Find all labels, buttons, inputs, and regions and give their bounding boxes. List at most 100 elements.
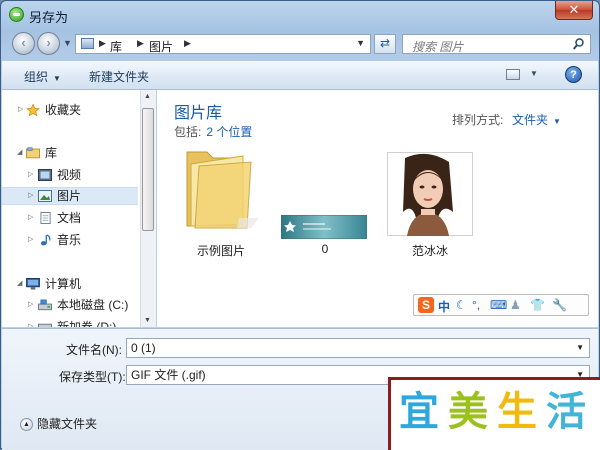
sidebar-item-documents[interactable]: ▷ 文档 [2, 209, 138, 227]
expand-arrow-icon[interactable]: ▷ [28, 231, 33, 249]
library-folder-icon [81, 38, 94, 49]
sidebar-item-music[interactable]: ▷ 音乐 [2, 231, 138, 249]
navigation-bar: ‹ › ▼ ▶ 库 ▶ 图片 ▶ ▼ ⇄ 搜索 图片 [1, 29, 599, 59]
filename-label: 文件名(N): [66, 343, 122, 357]
sidebar-item-computer[interactable]: ◢ 计算机 [2, 275, 138, 293]
file-item-fan-bingbing[interactable]: 范冰冰 [385, 148, 475, 260]
sidebar-item-libraries[interactable]: ◢ 库 [2, 144, 138, 162]
address-bar[interactable]: ▶ 库 ▶ 图片 ▶ ▼ [75, 34, 371, 54]
navigation-scrollbar[interactable]: ▲ ▼ [140, 90, 156, 327]
new-folder-button[interactable]: 新建文件夹 [89, 68, 149, 85]
banner-thumbnail-icon [281, 215, 367, 239]
file-item-sample-pictures[interactable]: 示例图片 [179, 148, 263, 260]
back-button[interactable]: ‹ [12, 32, 35, 55]
document-icon [40, 212, 51, 224]
library-title: 图片库 [174, 105, 223, 122]
chevron-down-icon: ▼ [553, 117, 561, 126]
change-view-icon[interactable] [506, 69, 520, 80]
scroll-thumb[interactable] [142, 108, 154, 231]
sogou-ime-logo[interactable]: S [418, 297, 434, 313]
window-title: 另存为 [29, 10, 69, 25]
help-icon[interactable]: ? [565, 66, 582, 83]
organize-label: 组织 [24, 70, 49, 84]
video-icon [38, 169, 52, 181]
breadcrumb-separator-icon[interactable]: ▶ [184, 38, 191, 49]
star-icon [26, 104, 40, 116]
computer-icon [26, 278, 40, 290]
save-as-dialog: 另存为 ✕ ‹ › ▼ ▶ 库 ▶ 图片 ▶ ▼ ⇄ 搜索 图片 组织 ▼ 新建文… [0, 0, 600, 450]
sidebar-item-favorites[interactable]: ▷ 收藏夹 [2, 101, 138, 119]
filetype-value: GIF 文件 (.gif) [131, 368, 206, 382]
breadcrumb-separator-icon[interactable]: ▶ [137, 38, 144, 49]
expand-arrow-icon[interactable]: ▷ [28, 188, 33, 204]
arrow-right-icon: › [46, 35, 51, 50]
search-input[interactable]: 搜索 图片 [402, 34, 591, 54]
file-label: 范冰冰 [411, 244, 448, 258]
filename-field[interactable]: 0 (1) ▼ [126, 338, 590, 358]
settings-wrench-icon[interactable]: 🔧 [552, 298, 567, 312]
command-toolbar: 组织 ▼ 新建文件夹 ▼ ? [2, 61, 598, 90]
punctuation-icon[interactable]: °, [472, 298, 480, 312]
view-options-dropdown-icon[interactable]: ▼ [530, 69, 538, 78]
expand-arrow-icon[interactable]: ▷ [28, 209, 33, 227]
file-item-0[interactable]: 0 [280, 148, 370, 260]
user-icon[interactable]: ♟ [510, 298, 521, 312]
sidebar-item-pictures[interactable]: ▷ 图片 [2, 187, 138, 205]
scroll-down-icon[interactable]: ▼ [144, 317, 151, 324]
ime-mode-toggle[interactable]: 中 [438, 298, 450, 315]
sidebar-item-label: 文档 [57, 211, 82, 225]
collapse-arrow-icon[interactable]: ◢ [17, 275, 22, 293]
sidebar-item-label: 计算机 [45, 277, 82, 291]
navigation-pane: ▷ 收藏夹 ◢ 库 ▷ 视频 ▷ 图片 ▷ 文档 ▷ 音乐 ◢ 计算机 ▷ 本地… [2, 90, 142, 327]
refresh-button[interactable]: ⇄ [374, 34, 396, 54]
sidebar-item-videos[interactable]: ▷ 视频 [2, 166, 138, 184]
includes-label: 包括: [174, 125, 202, 139]
sidebar-item-new-volume-d[interactable]: ▷ 新加卷 (D:) [2, 318, 138, 327]
scroll-up-icon[interactable]: ▲ [144, 93, 151, 100]
breadcrumb-separator-icon[interactable]: ▶ [99, 38, 106, 49]
collapse-up-icon: ▲ [20, 418, 33, 432]
watermark-logo: 宜 美 生 活 [388, 377, 600, 450]
skin-shirt-icon[interactable]: 👕 [530, 298, 545, 312]
search-icon[interactable] [573, 38, 584, 50]
watermark-char: 宜 [399, 389, 439, 435]
chevron-down-icon[interactable]: ▼ [576, 339, 584, 357]
search-placeholder: 搜索 图片 [412, 40, 464, 54]
sidebar-item-label: 本地磁盘 (C:) [57, 298, 129, 312]
breadcrumb-library[interactable]: 库 [110, 38, 122, 55]
sidebar-item-label: 视频 [57, 168, 82, 182]
sort-label: 排列方式: [452, 113, 504, 127]
arrow-left-icon: ‹ [21, 35, 26, 50]
forward-button[interactable]: › [37, 32, 60, 55]
expand-arrow-icon[interactable]: ▷ [18, 101, 23, 119]
recent-locations-dropdown[interactable]: ▼ [63, 38, 72, 48]
close-button[interactable]: ✕ [555, 1, 593, 20]
refresh-icon: ⇄ [379, 36, 391, 50]
expand-arrow-icon[interactable]: ▷ [28, 296, 33, 314]
drive-icon [38, 299, 52, 311]
sidebar-item-local-disk-c[interactable]: ▷ 本地磁盘 (C:) [2, 296, 138, 314]
breadcrumb-pictures[interactable]: 图片 [149, 38, 173, 55]
file-list-pane: 图片库 包括: 2 个位置 排列方式: 文件夹 ▼ 示例图片 0 范冰冰 [157, 90, 598, 327]
file-label: 示例图片 [196, 244, 245, 258]
library-icon [26, 147, 40, 159]
address-dropdown-icon[interactable]: ▼ [356, 38, 365, 48]
hide-folders-button[interactable]: ▲ 隐藏文件夹 [20, 415, 97, 432]
expand-arrow-icon[interactable]: ▷ [28, 318, 33, 327]
drive-icon [38, 323, 52, 327]
halfwidth-moon-icon[interactable]: ☾ [456, 298, 467, 312]
chevron-down-icon: ▼ [53, 74, 61, 83]
organize-button[interactable]: 组织 ▼ [24, 68, 61, 85]
music-icon [40, 234, 51, 246]
expand-arrow-icon[interactable]: ▷ [28, 166, 33, 184]
keyboard-icon[interactable]: ⌨ [490, 298, 507, 312]
arrange-by-dropdown[interactable]: 文件夹 ▼ [512, 111, 561, 128]
ime-toolbar[interactable]: S 中 ☾ °, ⌨ ♟ 👕 🔧 [413, 294, 589, 316]
collapse-arrow-icon[interactable]: ◢ [17, 144, 22, 162]
library-locations-link[interactable]: 2 个位置 [206, 125, 252, 139]
sidebar-item-label: 图片 [57, 189, 82, 203]
save-app-icon [9, 7, 24, 22]
filetype-label: 保存类型(T): [59, 370, 126, 384]
watermark-char: 活 [546, 389, 586, 435]
arrange-by-value: 文件夹 [512, 113, 549, 127]
